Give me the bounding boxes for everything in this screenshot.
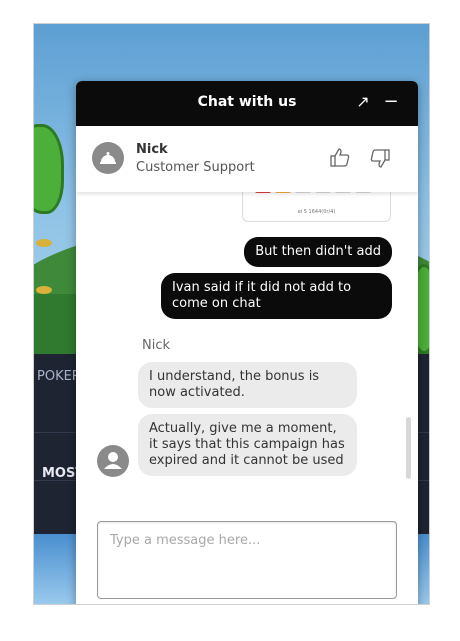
- nav-poker-link[interactable]: POKER: [37, 369, 81, 384]
- agent-bar: Nick Customer Support: [76, 126, 418, 192]
- payment-screenshot[interactable]: ei 5 1644(0r/4): [242, 192, 391, 222]
- thumbs-down-icon[interactable]: [368, 146, 392, 170]
- message-input-box[interactable]: [97, 521, 397, 599]
- screenshot-caption: ei 5 1644(0r/4): [297, 209, 336, 215]
- agent-name: Nick: [136, 142, 168, 157]
- agent-role: Customer Support: [136, 160, 255, 175]
- expand-icon[interactable]: ↗: [350, 89, 376, 115]
- message-input[interactable]: [98, 522, 396, 598]
- bell-icon: [100, 152, 116, 164]
- user-message: Ivan said if it did not add to come on c…: [161, 273, 392, 319]
- chat-widget: Chat with us ↗ − Nick Customer Support e…: [76, 81, 418, 604]
- message-scrollbar[interactable]: [406, 417, 411, 479]
- user-icon: [104, 452, 122, 469]
- background-coin: [36, 239, 52, 247]
- agent-avatar: [92, 142, 124, 174]
- agent-message: Actually, give me a moment, it says that…: [138, 414, 357, 476]
- minimize-icon[interactable]: −: [378, 89, 404, 115]
- thumbs-up-icon[interactable]: [328, 146, 352, 170]
- agent-message: I understand, the bonus is now activated…: [138, 362, 357, 408]
- agent-sender-label: Nick: [142, 338, 171, 353]
- card-logos: [255, 192, 371, 193]
- agent-message-avatar: [97, 445, 129, 477]
- background-coin: [36, 286, 52, 294]
- browser-viewport: POKER MOST Chat with us ↗ − Nick Custome…: [33, 23, 430, 605]
- user-message: But then didn't add: [244, 237, 392, 267]
- message-list[interactable]: ei 5 1644(0r/4) But then didn't add Ivan…: [76, 192, 418, 492]
- chat-header: Chat with us ↗ −: [76, 81, 418, 126]
